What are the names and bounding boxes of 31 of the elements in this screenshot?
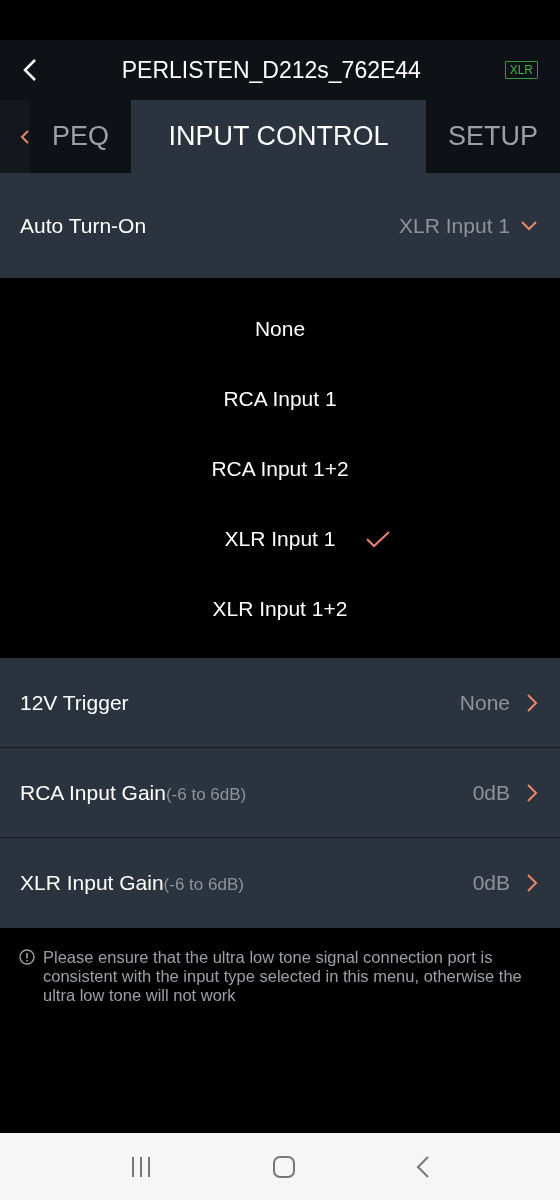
setting-label: XLR Input Gain(-6 to 6dB) xyxy=(20,871,245,895)
chevron-right-icon xyxy=(526,782,538,803)
back-icon xyxy=(22,58,38,82)
notice-text: Please ensure that the ultra low tone signal connection port is consistent with the input type selected in this menu, otherwise the ultra low tone will not work xyxy=(43,948,523,1005)
input-badge: XLR xyxy=(504,61,538,79)
setting-label: RCA Input Gain(-6 to 6dB) xyxy=(20,780,248,805)
chevron-right-icon xyxy=(526,692,538,713)
chevron-down-icon xyxy=(520,219,538,232)
dropdown-option[interactable]: RCA Input 1+2 xyxy=(201,434,359,504)
auto-turn-on-dropdown[interactable]: Auto Turn-On XLR Input 1 xyxy=(0,173,560,278)
setting-label: 12V Trigger xyxy=(20,690,130,715)
setting-row[interactable]: RCA Input Gain(-6 to 6dB) 0dB xyxy=(0,748,560,838)
info-icon xyxy=(19,949,35,965)
dropdown-option[interactable]: XLR Input 1 xyxy=(214,504,402,574)
tab[interactable]: PEQ xyxy=(30,100,132,173)
recent-apps-icon xyxy=(130,1155,152,1178)
setting-value: 0dB xyxy=(472,871,510,895)
setting-row[interactable]: 12V Trigger None xyxy=(0,658,560,748)
dropdown-option[interactable]: RCA Input 1 xyxy=(213,364,347,434)
home-icon xyxy=(272,1154,296,1179)
setting-value: None xyxy=(459,690,510,715)
dropdown-option[interactable]: None xyxy=(244,294,316,364)
device-title: PERLISTEN_D212s_762E44 xyxy=(120,56,422,84)
chevron-left-icon[interactable] xyxy=(20,128,30,145)
setting-value: 0dB xyxy=(472,780,510,805)
chevron-right-icon xyxy=(526,873,538,893)
back-icon xyxy=(416,1154,430,1179)
back-button[interactable] xyxy=(22,58,38,82)
dropdown-option[interactable]: XLR Input 1+2 xyxy=(202,574,358,644)
tab[interactable]: SETUP xyxy=(425,100,560,173)
setting-row[interactable]: XLR Input Gain(-6 to 6dB) 0dB xyxy=(0,838,560,928)
